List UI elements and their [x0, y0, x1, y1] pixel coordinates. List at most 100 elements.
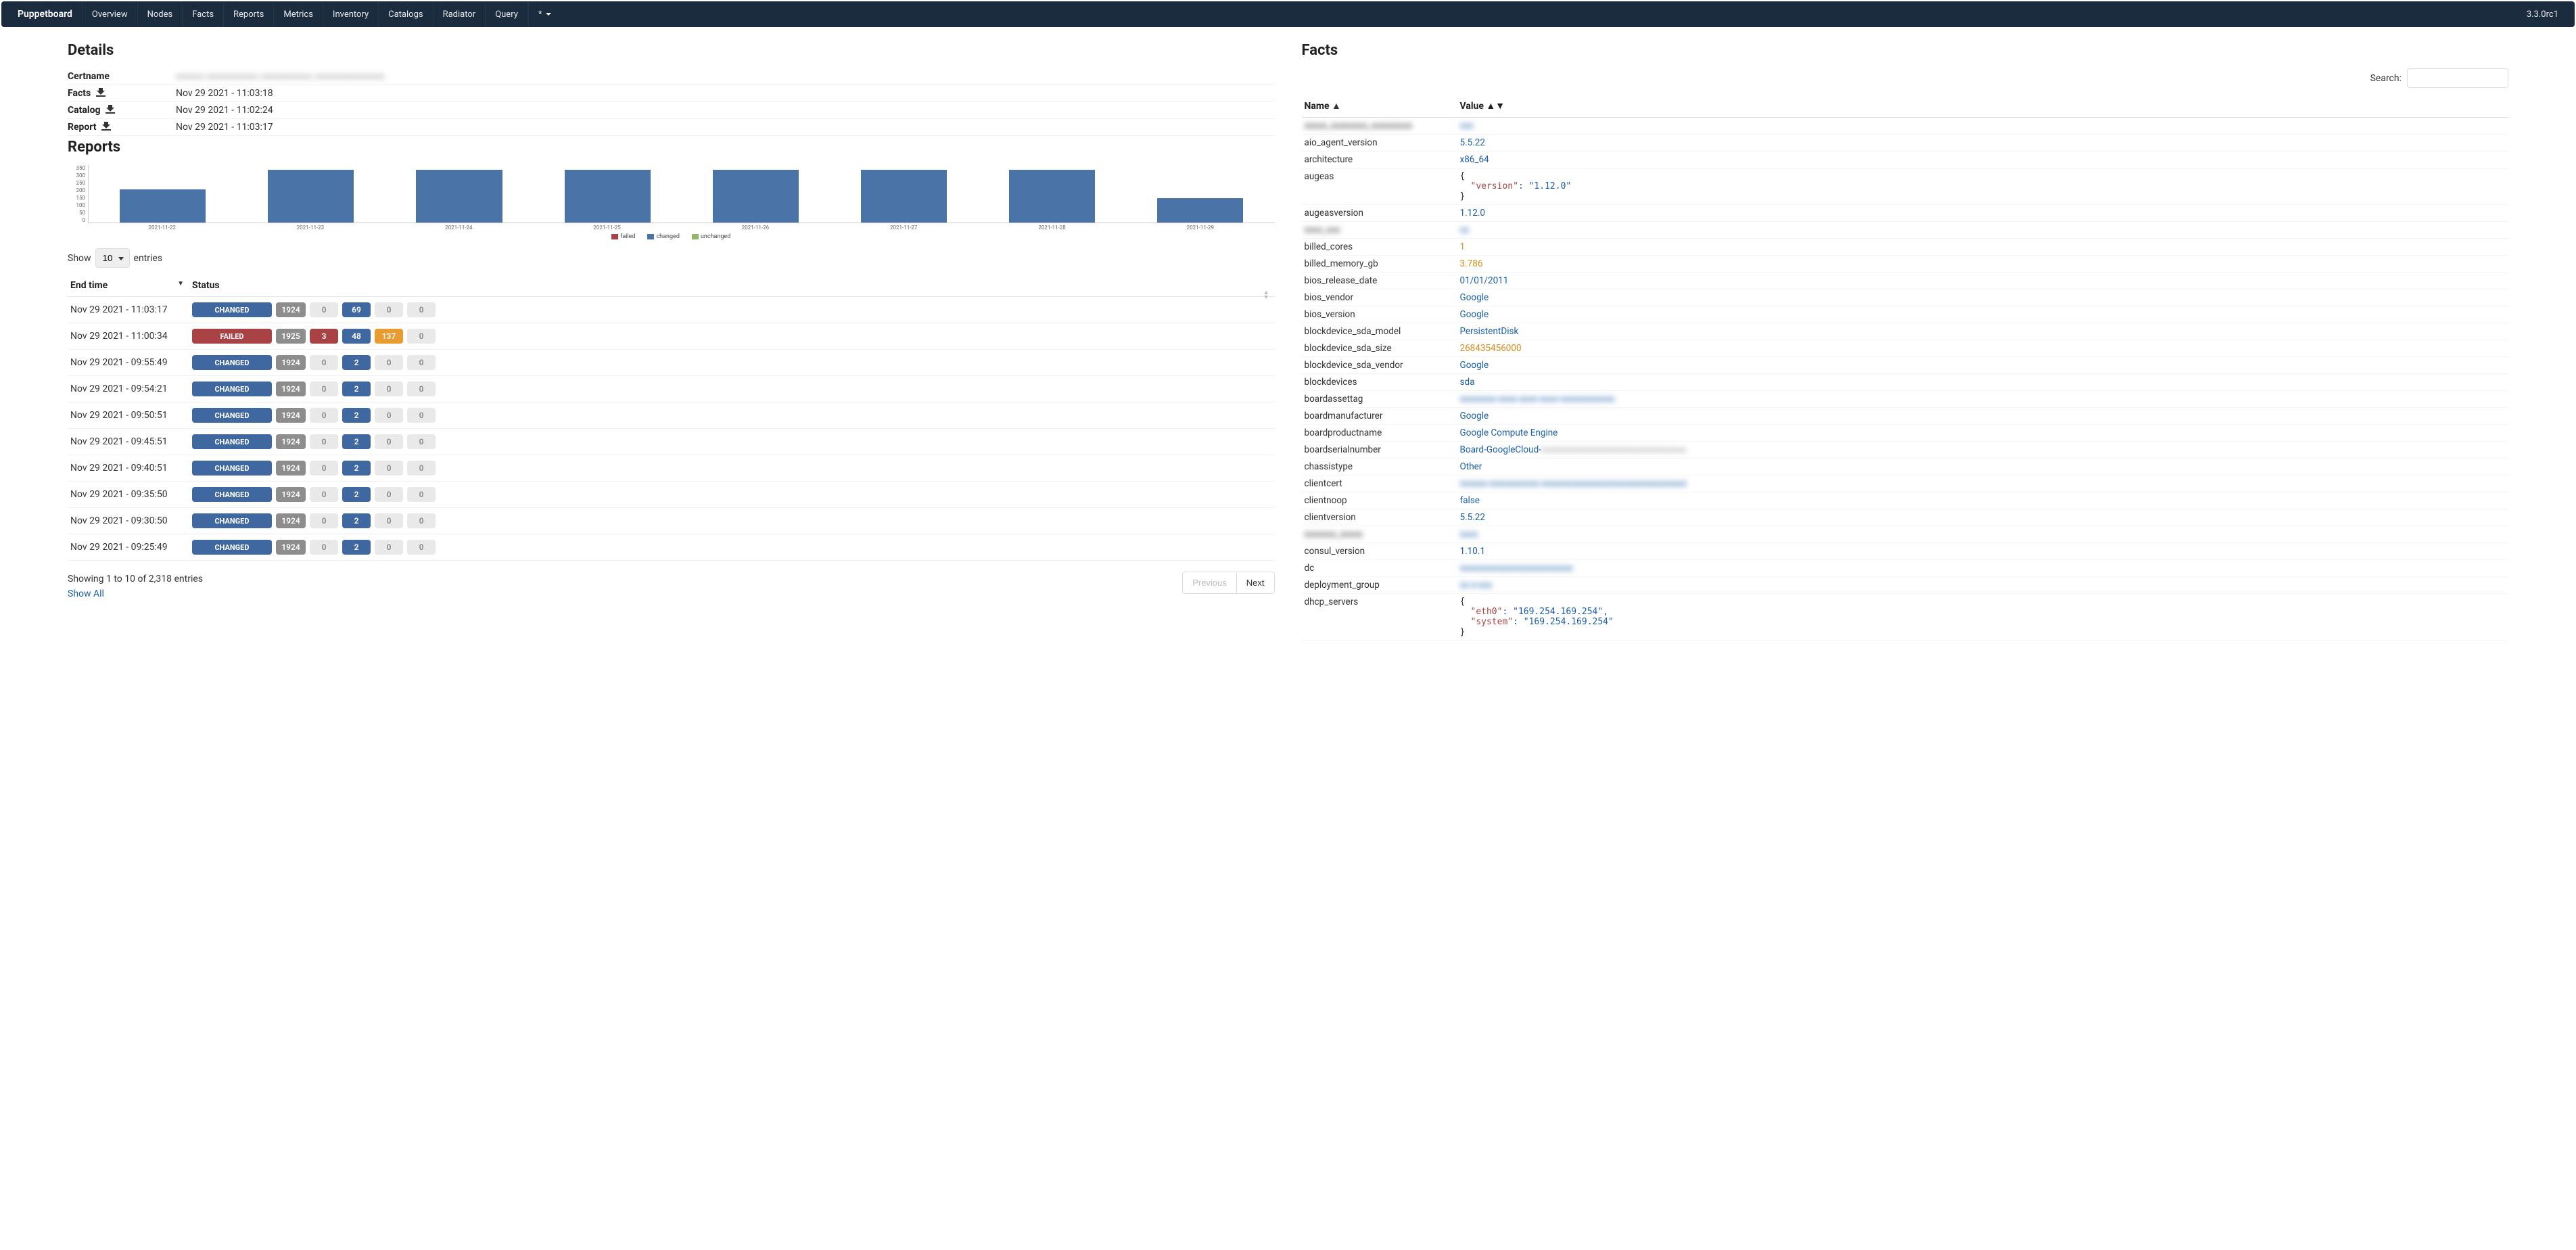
report-endtime[interactable]: Nov 29 2021 - 09:45:51 [68, 429, 189, 455]
count-noop[interactable]: 0 [407, 540, 436, 555]
fact-name[interactable]: bios_vendor [1305, 292, 1354, 303]
count-changed[interactable]: 2 [342, 355, 371, 370]
next-button[interactable]: Next [1237, 572, 1274, 593]
fact-value-link[interactable]: 1.12.0 [1460, 208, 1485, 218]
show-all-link[interactable]: Show All [68, 588, 104, 599]
fact-name[interactable]: xxxxxxx_xxxxx [1305, 529, 1363, 540]
fact-name[interactable]: xxxxx_xxxxxxxx_xxxxxxxxx [1305, 120, 1413, 131]
status-pill[interactable]: CHANGED [192, 381, 272, 396]
chart-bar[interactable] [416, 170, 502, 223]
status-pill[interactable]: CHANGED [192, 408, 272, 423]
count-failed[interactable]: 0 [310, 355, 338, 370]
nav-overview[interactable]: Overview [82, 1, 137, 27]
fact-value-link[interactable]: 5.5.22 [1460, 512, 1485, 523]
count-failed[interactable]: 0 [310, 434, 338, 449]
fact-name[interactable]: boardproductname [1305, 427, 1382, 438]
count-failed[interactable]: 0 [310, 408, 338, 423]
count-noop[interactable]: 0 [407, 513, 436, 528]
fact-name[interactable]: architecture [1305, 154, 1353, 165]
status-pill[interactable]: CHANGED [192, 461, 272, 476]
status-pill[interactable]: CHANGED [192, 487, 272, 502]
download-icon[interactable] [96, 88, 106, 96]
count-changed[interactable]: 48 [342, 329, 371, 344]
fact-name[interactable]: bios_release_date [1305, 275, 1378, 286]
count-skipped[interactable]: 0 [375, 487, 403, 502]
nav-radiator[interactable]: Radiator [433, 1, 486, 27]
count-noop[interactable]: 0 [407, 434, 436, 449]
count-changed[interactable]: 2 [342, 461, 371, 476]
chart-bar[interactable] [861, 170, 947, 223]
env-selector[interactable]: * [528, 1, 561, 27]
count-changed[interactable]: 2 [342, 513, 371, 528]
count-total[interactable]: 1924 [276, 381, 306, 396]
count-skipped[interactable]: 0 [375, 513, 403, 528]
fact-name[interactable]: clientversion [1305, 512, 1356, 523]
count-total[interactable]: 1924 [276, 434, 306, 449]
fact-name[interactable]: aio_agent_version [1305, 137, 1378, 148]
fact-name[interactable]: blockdevice_sda_size [1305, 343, 1392, 354]
fact-value-link[interactable]: 5.5.22 [1460, 137, 1485, 148]
nav-metrics[interactable]: Metrics [273, 1, 323, 27]
fact-name[interactable]: billed_cores [1305, 241, 1353, 252]
fact-value-number[interactable]: 3.786 [1460, 258, 1483, 269]
report-endtime[interactable]: Nov 29 2021 - 09:30:50 [68, 508, 189, 534]
count-skipped[interactable]: 0 [375, 461, 403, 476]
report-endtime[interactable]: Nov 29 2021 - 11:00:34 [68, 323, 189, 350]
count-skipped[interactable]: 0 [375, 381, 403, 396]
count-total[interactable]: 1925 [276, 329, 306, 344]
count-noop[interactable]: 0 [407, 381, 436, 396]
chart-bar[interactable] [713, 170, 799, 223]
fact-value-link[interactable]: Google [1460, 360, 1489, 371]
status-pill[interactable]: CHANGED [192, 302, 272, 317]
report-endtime[interactable]: Nov 29 2021 - 09:55:49 [68, 350, 189, 376]
count-noop[interactable]: 0 [407, 408, 436, 423]
report-endtime[interactable]: Nov 29 2021 - 09:40:51 [68, 455, 189, 482]
fact-name[interactable]: xxxx_xxx [1305, 225, 1340, 235]
fact-name[interactable]: consul_version [1305, 546, 1365, 557]
count-noop[interactable]: 0 [407, 302, 436, 317]
count-skipped[interactable]: 0 [375, 408, 403, 423]
status-pill[interactable]: CHANGED [192, 355, 272, 370]
fact-name[interactable]: boardassettag [1305, 394, 1363, 404]
fact-value-number[interactable]: 268435456000 [1460, 343, 1522, 354]
count-total[interactable]: 1924 [276, 487, 306, 502]
fact-name[interactable]: chassistype [1305, 461, 1353, 472]
fact-value-link[interactable]: Google [1460, 411, 1489, 421]
col-endtime[interactable]: End time ▼ [68, 275, 189, 297]
fact-name[interactable]: augeas [1305, 171, 1334, 182]
nav-facts[interactable]: Facts [182, 1, 223, 27]
count-failed[interactable]: 0 [310, 513, 338, 528]
chart-bar[interactable] [120, 189, 206, 223]
count-failed[interactable]: 3 [310, 329, 338, 344]
count-noop[interactable]: 0 [407, 329, 436, 344]
report-endtime[interactable]: Nov 29 2021 - 11:03:17 [68, 297, 189, 323]
count-failed[interactable]: 0 [310, 461, 338, 476]
report-endtime[interactable]: Nov 29 2021 - 09:54:21 [68, 376, 189, 402]
fact-name[interactable]: augeasversion [1305, 208, 1363, 218]
fact-value-link[interactable]: x86_64 [1460, 154, 1489, 165]
download-icon[interactable] [101, 122, 111, 130]
fact-value-link[interactable]: Google [1460, 292, 1489, 303]
col-status[interactable]: Status ▲▼ [189, 275, 1275, 297]
count-changed[interactable]: 2 [342, 487, 371, 502]
fact-name[interactable]: billed_memory_gb [1305, 258, 1378, 269]
fact-name[interactable]: boardserialnumber [1305, 444, 1381, 455]
count-noop[interactable]: 0 [407, 487, 436, 502]
count-changed[interactable]: 2 [342, 540, 371, 555]
chart-bar[interactable] [1157, 198, 1243, 223]
download-icon[interactable] [106, 105, 115, 113]
report-endtime[interactable]: Nov 29 2021 - 09:25:49 [68, 534, 189, 561]
count-skipped[interactable]: 137 [375, 329, 403, 344]
count-changed[interactable]: 2 [342, 381, 371, 396]
chart-bar[interactable] [268, 170, 354, 223]
fact-name[interactable]: deployment_group [1305, 580, 1380, 591]
count-failed[interactable]: 0 [310, 302, 338, 317]
fact-value-link[interactable]: Google Compute Engine [1460, 427, 1558, 438]
prev-button[interactable]: Previous [1183, 572, 1237, 593]
nav-query[interactable]: Query [485, 1, 528, 27]
count-noop[interactable]: 0 [407, 461, 436, 476]
count-noop[interactable]: 0 [407, 355, 436, 370]
nav-inventory[interactable]: Inventory [323, 1, 378, 27]
fact-name[interactable]: clientnoop [1305, 495, 1347, 506]
chart-bar[interactable] [565, 170, 651, 223]
